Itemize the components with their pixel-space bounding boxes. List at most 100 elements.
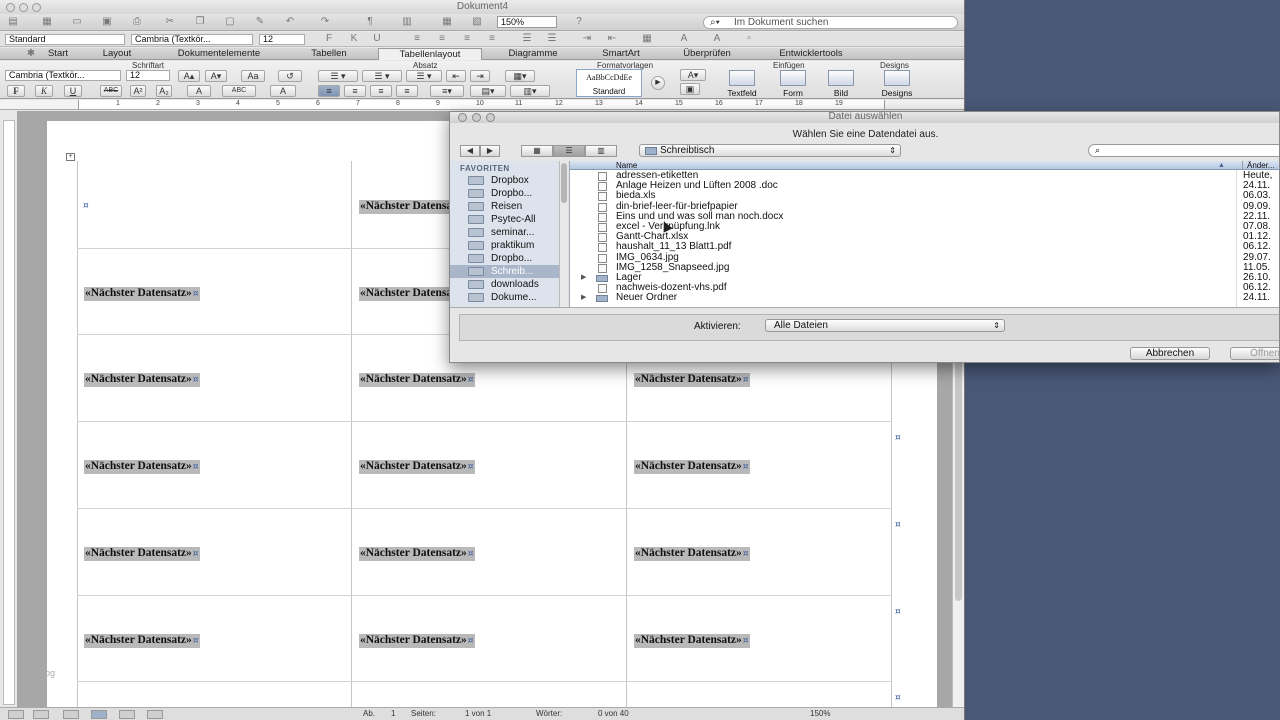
cancel-button[interactable]: Abbrechen bbox=[1130, 347, 1210, 360]
style-gallery-standard[interactable]: AaBbCcDdEe Standard bbox=[576, 69, 642, 97]
underline-button[interactable]: U bbox=[64, 85, 82, 97]
ribbon-font-select[interactable]: Cambria (Textkör... bbox=[5, 70, 121, 81]
toolbox-icon[interactable]: ▦ bbox=[440, 16, 454, 28]
file-row[interactable]: Anlage Heizen und Lüften 2008 .doc 24.11. bbox=[570, 181, 1279, 192]
view-notebook-button[interactable] bbox=[119, 710, 135, 719]
sidebar-scrollbar[interactable] bbox=[559, 161, 568, 307]
borders-button[interactable]: ▦▾ bbox=[505, 70, 535, 82]
highlight-icon[interactable]: A bbox=[677, 33, 691, 45]
justify-button[interactable]: ≡ bbox=[396, 85, 418, 97]
change-case-button[interactable]: ↺ bbox=[278, 70, 302, 82]
sidebar-item[interactable]: seminar... bbox=[450, 226, 566, 239]
font-select[interactable]: Cambria (Textkör... bbox=[131, 34, 253, 45]
tab-tabellen[interactable]: Tabellen bbox=[300, 48, 358, 60]
subscript-button[interactable]: A₂ bbox=[156, 85, 172, 97]
bold-icon[interactable]: F bbox=[322, 33, 336, 45]
align-right-button[interactable]: ≡ bbox=[370, 85, 392, 97]
open-icon[interactable]: ▭ bbox=[70, 16, 84, 28]
merge-field[interactable]: «Nächster Datensatz»¤ bbox=[84, 287, 200, 301]
text-effects-button[interactable]: A bbox=[187, 85, 211, 97]
clear-format-button[interactable]: Aa bbox=[241, 70, 265, 82]
tab-smartart[interactable]: SmartArt bbox=[590, 48, 652, 60]
sidebar-item[interactable]: Reisen bbox=[450, 200, 566, 213]
highlight-button[interactable]: ABC bbox=[222, 85, 256, 97]
view-print-layout-button[interactable] bbox=[91, 710, 107, 719]
location-popup[interactable]: Schreibtisch ⇕ bbox=[639, 144, 901, 157]
merge-field[interactable]: «Nächster Datensatz»¤ bbox=[84, 547, 200, 561]
zoom-field[interactable]: 150% bbox=[497, 16, 557, 28]
sidebar-item[interactable]: Dropbo... bbox=[450, 187, 566, 200]
merge-field[interactable]: «Nächster Datensatz»¤ bbox=[359, 460, 475, 474]
help-icon[interactable]: ? bbox=[572, 16, 586, 28]
merge-field[interactable]: «Nächster Datensatz»¤ bbox=[84, 373, 200, 387]
sidebar-item[interactable]: Schreib... bbox=[450, 265, 566, 278]
view-fullscreen-button[interactable] bbox=[147, 710, 163, 719]
column-name-header[interactable]: Name bbox=[616, 161, 637, 170]
disclosure-triangle-icon[interactable]: ▶ bbox=[581, 293, 586, 303]
format-painter-icon[interactable]: ✎ bbox=[253, 16, 267, 28]
back-button[interactable]: ◀ bbox=[460, 145, 480, 157]
view-draft-button[interactable] bbox=[8, 710, 24, 719]
templates-icon[interactable]: ▦ bbox=[40, 16, 54, 28]
bild-button[interactable]: Bild bbox=[824, 70, 858, 98]
designs-button[interactable]: Designs bbox=[880, 70, 914, 98]
sidebar-item[interactable]: Dropbox bbox=[450, 174, 566, 187]
dialog-zoom-button[interactable] bbox=[486, 113, 495, 122]
ribbon-size-select[interactable]: 12 bbox=[126, 70, 170, 81]
sort-button[interactable]: ▥▾ bbox=[510, 85, 550, 97]
horizontal-ruler[interactable]: 1 2 3 4 5 6 7 8 9 10 11 12 13 14 15 16 17 18 19 bbox=[0, 100, 964, 110]
align-left-icon[interactable]: ≡ bbox=[410, 33, 424, 45]
bold-button[interactable]: F bbox=[7, 85, 25, 97]
undo-icon[interactable]: ↶ bbox=[283, 16, 297, 28]
sidebar-item[interactable]: downloads bbox=[450, 278, 566, 291]
sidebar-item[interactable]: Psytec-All bbox=[450, 213, 566, 226]
sidebar-icon[interactable]: ▥ bbox=[400, 16, 414, 28]
merge-field[interactable]: «Nächster Datensatz»¤ bbox=[84, 460, 200, 474]
bullets-icon[interactable]: ☰ bbox=[520, 33, 534, 45]
merge-field[interactable]: «Nächster Datensatz»¤ bbox=[634, 547, 750, 561]
shrink-font-button[interactable]: A▾ bbox=[205, 70, 227, 82]
sidebar-item[interactable]: Dropbo... bbox=[450, 252, 566, 265]
strike-button[interactable]: ABC bbox=[100, 85, 122, 97]
status-zoom[interactable]: 150% bbox=[810, 709, 830, 718]
cut-icon[interactable]: ✂ bbox=[163, 16, 177, 28]
merge-field[interactable]: «Nächster Datensatz»¤ bbox=[359, 547, 475, 561]
dialog-close-button[interactable] bbox=[458, 113, 467, 122]
view-outline-button[interactable] bbox=[33, 710, 49, 719]
borders-icon[interactable]: ▦ bbox=[640, 33, 654, 45]
multilevel-button[interactable]: ☰ ▾ bbox=[406, 70, 442, 82]
print-icon[interactable]: ⎙ bbox=[130, 16, 144, 28]
home-icon[interactable]: ✱ bbox=[24, 48, 38, 60]
redo-icon[interactable]: ↷ bbox=[318, 16, 332, 28]
open-button[interactable]: Öffnen bbox=[1230, 347, 1279, 360]
decrease-indent-button[interactable]: ⇤ bbox=[446, 70, 466, 82]
font-color-icon[interactable]: A bbox=[710, 33, 724, 45]
style-gallery-next-icon[interactable]: ▶ bbox=[651, 76, 665, 90]
tab-ueberpruefen[interactable]: Überprüfen bbox=[671, 48, 743, 60]
align-right-icon[interactable]: ≡ bbox=[460, 33, 474, 45]
indent-icon[interactable]: ⇥ bbox=[580, 33, 594, 45]
merge-field[interactable]: «Nächster Datensatz»¤ bbox=[634, 634, 750, 648]
shading-button[interactable]: ▤▾ bbox=[470, 85, 506, 97]
align-left-button[interactable]: ≡ bbox=[318, 85, 340, 97]
sidebar-item[interactable]: Dokume... bbox=[450, 291, 566, 304]
forward-button[interactable]: ▶ bbox=[480, 145, 500, 157]
grow-font-button[interactable]: A▴ bbox=[178, 70, 200, 82]
merge-field[interactable]: «Nächster Datensatz»¤ bbox=[634, 460, 750, 474]
bullets-button[interactable]: ☰ ▾ bbox=[318, 70, 358, 82]
font-color-button[interactable]: A bbox=[270, 85, 296, 97]
list-view-button[interactable]: ☰ bbox=[553, 145, 585, 157]
style-select[interactable]: Standard bbox=[5, 34, 125, 45]
disclosure-triangle-icon[interactable]: ▶ bbox=[581, 273, 586, 283]
table-move-handle[interactable]: + bbox=[66, 153, 75, 161]
copy-icon[interactable]: ❐ bbox=[193, 16, 207, 28]
vertical-ruler[interactable] bbox=[3, 120, 15, 705]
tab-start[interactable]: Start bbox=[40, 48, 76, 60]
align-center-button[interactable]: ≡ bbox=[344, 85, 366, 97]
underline-icon[interactable]: U bbox=[370, 33, 384, 45]
column-date-header[interactable]: Änder... bbox=[1242, 161, 1275, 170]
line-spacing-button[interactable]: ≡▾ bbox=[430, 85, 464, 97]
merge-field[interactable]: «Nächster Datensatz»¤ bbox=[84, 634, 200, 648]
document-search-input[interactable]: ⌕▾ Im Dokument suchen bbox=[703, 16, 958, 29]
italic-button[interactable]: K bbox=[35, 85, 53, 97]
